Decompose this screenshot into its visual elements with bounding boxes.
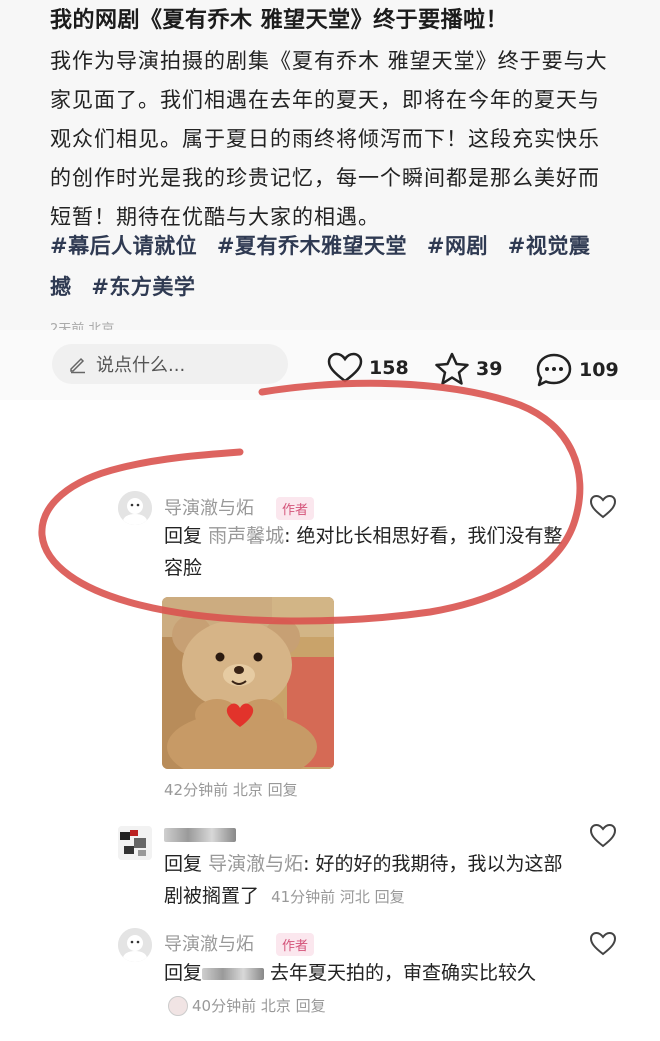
blurred-username xyxy=(164,828,236,842)
post-body: 我作为导演拍摄的剧集《夏有乔木 雅望天堂》终于要与大家见面了。我们相遇在去年的夏… xyxy=(50,49,608,229)
commenter-name[interactable]: 导演澈与炻 xyxy=(164,930,254,956)
comment-meta: 40分钟前 北京 回复 xyxy=(192,997,326,1015)
blurred-reply-target xyxy=(202,967,265,980)
hashtag[interactable]: #网剧 xyxy=(427,234,488,258)
reply-prefix: 回复 xyxy=(164,853,203,875)
comments-button[interactable]: 109 xyxy=(535,352,619,388)
comment-like-icon[interactable] xyxy=(589,494,617,520)
post-card: 我的网剧《夏有乔木 雅望天堂》终于要播啦！ 我作为导演拍摄的剧集《夏有乔木 雅望… xyxy=(0,0,660,330)
comment-meta: 42分钟前 北京 回复 xyxy=(164,781,298,799)
avatar[interactable] xyxy=(118,928,152,962)
comment-meta: 41分钟前 河北 回复 xyxy=(271,888,405,906)
comment-placeholder: 说点什么... xyxy=(96,355,186,376)
favorite-button[interactable]: 39 xyxy=(434,352,502,386)
comment-count: 109 xyxy=(579,359,619,381)
avatar-image xyxy=(118,491,152,525)
hashtag-list: #幕后人请就位 #夏有乔木雅望天堂 #网剧 #视觉震撼 #东方美学 xyxy=(50,226,620,308)
reply-prefix: 回复 xyxy=(164,525,203,547)
avatar-image xyxy=(118,826,152,860)
reply-target[interactable]: 雨声馨城 xyxy=(208,525,284,547)
hashtag[interactable]: #东方美学 xyxy=(91,275,195,299)
teddy-bear-heart-image[interactable] xyxy=(162,597,334,769)
comment-text: 回复 去年夏天拍的，审查确实比较久 40分钟前 北京 回复 xyxy=(164,957,564,1022)
avatar[interactable] xyxy=(118,491,152,525)
post-title: 我的网剧《夏有乔木 雅望天堂》终于要播啦！ xyxy=(50,8,509,33)
reply-prefix: 回复 xyxy=(164,962,203,984)
emoji-icon xyxy=(168,995,188,1016)
hashtag[interactable]: #幕后人请就位 xyxy=(50,234,197,258)
like-button[interactable]: 158 xyxy=(327,352,409,384)
like-count: 158 xyxy=(369,357,409,379)
avatar[interactable] xyxy=(118,826,152,860)
action-bar: 说点什么... 158 39 109 xyxy=(0,330,660,400)
comment-like-icon[interactable] xyxy=(589,823,617,849)
favorite-count: 39 xyxy=(476,358,503,380)
avatar-image xyxy=(118,928,152,962)
heart-icon xyxy=(327,352,363,383)
comment-text: 回复 导演澈与炻: 好的好的我期待，我以为这部剧被搁置了 41分钟前 河北 回复 xyxy=(164,848,564,913)
comment-like-icon[interactable] xyxy=(589,931,617,957)
star-icon xyxy=(435,352,469,385)
author-badge: 作者 xyxy=(276,497,315,520)
pencil-icon xyxy=(70,357,85,374)
comment-body: 去年夏天拍的，审查确实比较久 xyxy=(264,962,537,984)
comment-text: 回复 雨声馨城: 绝对比长相思好看，我们没有整容脸 xyxy=(164,520,564,584)
reply-target[interactable]: 导演澈与炻 xyxy=(208,853,303,875)
commenter-name[interactable]: 导演澈与炻 xyxy=(164,494,254,520)
teddy-bear-illustration xyxy=(162,597,334,769)
post-meta: 2天前 北京 xyxy=(50,322,115,330)
hashtag[interactable]: #夏有乔木雅望天堂 xyxy=(217,234,407,258)
comment-bubble-icon xyxy=(536,353,572,387)
author-badge: 作者 xyxy=(276,933,315,956)
comment-input[interactable]: 说点什么... xyxy=(52,344,288,384)
